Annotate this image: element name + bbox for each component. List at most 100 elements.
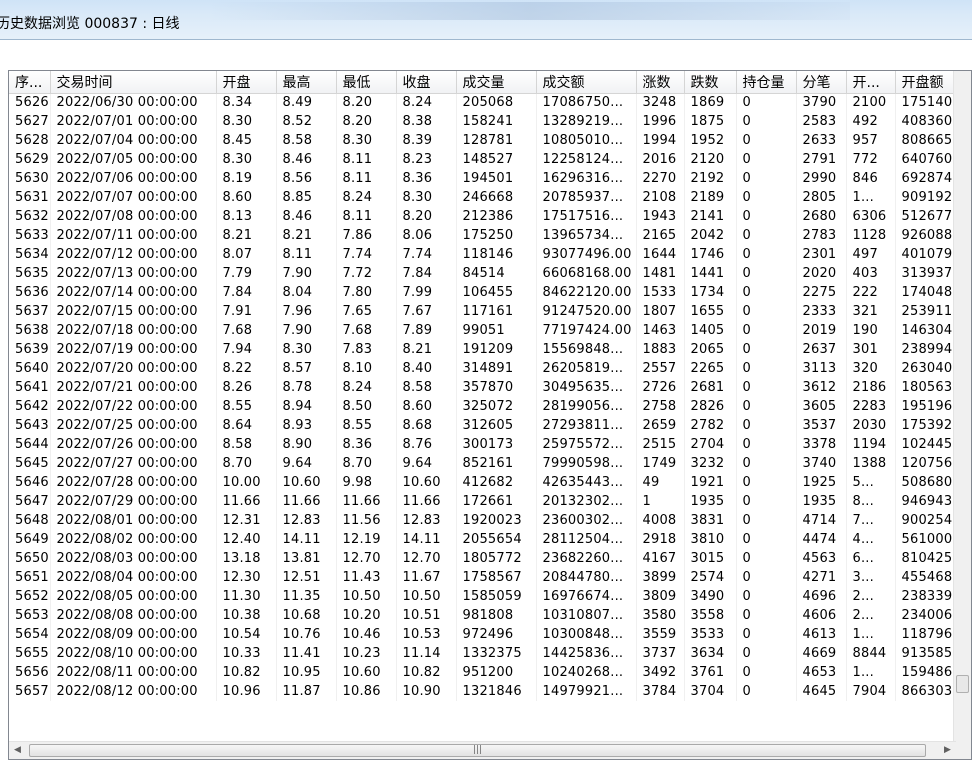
table-row[interactable]: 5639 2022/07/19 00:00:00 7.94 8.30 7.83 8.21 1… <box>9 340 967 359</box>
table-row[interactable]: 5638 2022/07/18 00:00:00 7.68 7.90 7.68 7.89 9… <box>9 321 967 340</box>
table-cell: 11.66 <box>336 492 397 511</box>
table-cell: 66068168.00 <box>536 264 637 283</box>
table-cell: 8.11 <box>336 150 397 169</box>
column-header[interactable]: 跌数 <box>684 71 737 94</box>
table-cell: 3790 <box>796 93 847 112</box>
table-cell: 2022/07/01 00:00:00 <box>50 112 217 131</box>
table-cell: 2791 <box>796 150 847 169</box>
table-row[interactable]: 5640 2022/07/20 00:00:00 8.22 8.57 8.10 8.40 3… <box>9 359 967 378</box>
table-cell: 5652 <box>9 587 51 606</box>
table-cell: 7.72 <box>336 264 397 283</box>
table-cell: 2016 <box>636 150 685 169</box>
table-row[interactable]: 5649 2022/08/02 00:00:00 12.40 14.11 12.19 14… <box>9 530 967 549</box>
table-row[interactable]: 5628 2022/07/04 00:00:00 8.45 8.58 8.30 8.39 1… <box>9 131 967 150</box>
table-cell: 2637 <box>796 340 847 359</box>
table-cell: 4653 <box>796 663 847 682</box>
table-row[interactable]: 5630 2022/07/06 00:00:00 8.19 8.56 8.11 8.36 1… <box>9 169 967 188</box>
history-data-grid[interactable]: 序... 交易时间 开盘 最高 最低 收盘 成交量 成交额 涨数 跌数 持仓量 分笔 开... 开盘额 5… <box>8 70 972 760</box>
table-row[interactable]: 5626 2022/06/30 00:00:00 8.34 8.49 8.20 8.24 2… <box>9 93 967 112</box>
column-header[interactable]: 交易时间 <box>50 71 217 94</box>
table-row[interactable]: 5650 2022/08/03 00:00:00 13.18 13.81 12.70 12… <box>9 549 967 568</box>
table-cell: 16976674... <box>536 587 637 606</box>
table-cell: 8.10 <box>336 359 397 378</box>
table-cell: 846 <box>846 169 896 188</box>
table-cell: 8.24 <box>336 378 397 397</box>
table-cell: 8.21 <box>216 226 277 245</box>
table-row[interactable]: 5645 2022/07/27 00:00:00 8.70 9.64 8.70 9.64 8… <box>9 454 967 473</box>
table-cell: 2022/07/28 00:00:00 <box>50 473 217 492</box>
table-row[interactable]: 5641 2022/07/21 00:00:00 8.26 8.78 8.24 8.58 3… <box>9 378 967 397</box>
column-header[interactable]: 开盘 <box>216 71 277 94</box>
table-cell: 8.46 <box>276 150 337 169</box>
table-row[interactable]: 5653 2022/08/08 00:00:00 10.38 10.68 10.20 10… <box>9 606 967 625</box>
table-cell: 5629 <box>9 150 51 169</box>
table-cell: 8.30 <box>216 150 277 169</box>
table-row[interactable]: 5652 2022/08/05 00:00:00 11.30 11.35 10.50 10… <box>9 587 967 606</box>
table-row[interactable]: 5633 2022/07/11 00:00:00 8.21 8.21 7.86 8.06 1… <box>9 226 967 245</box>
table-cell: 7.74 <box>396 245 457 264</box>
column-header[interactable]: 最高 <box>276 71 337 94</box>
column-header[interactable]: 序... <box>9 71 51 94</box>
table-cell: 93077496.00 <box>536 245 637 264</box>
table-row[interactable]: 5636 2022/07/14 00:00:00 7.84 8.04 7.80 7.99 1… <box>9 283 967 302</box>
table-cell: 26205819... <box>536 359 637 378</box>
table-row[interactable]: 5648 2022/08/01 00:00:00 12.31 12.83 11.56 12… <box>9 511 967 530</box>
horizontal-scrollbar[interactable]: ◀ ||| ▶ <box>9 741 956 759</box>
table-cell: 403 <box>846 264 896 283</box>
column-header[interactable]: 涨数 <box>636 71 685 94</box>
table-cell: 3580 <box>636 606 685 625</box>
table-cell: 2022/08/11 00:00:00 <box>50 663 217 682</box>
table-row[interactable]: 5631 2022/07/07 00:00:00 8.60 8.85 8.24 8.30 2… <box>9 188 967 207</box>
vertical-scrollbar[interactable] <box>953 71 971 743</box>
table-cell: 8.30 <box>336 131 397 150</box>
table-cell: 10.96 <box>216 682 277 701</box>
table-cell: 2633 <box>796 131 847 150</box>
table-cell: 2782 <box>684 416 737 435</box>
table-row[interactable]: 5629 2022/07/05 00:00:00 8.30 8.46 8.11 8.23 1… <box>9 150 967 169</box>
table-row[interactable]: 5643 2022/07/25 00:00:00 8.64 8.93 8.55 8.68 3… <box>9 416 967 435</box>
table-cell: 3737 <box>636 644 685 663</box>
column-header[interactable]: 成交量 <box>456 71 537 94</box>
table-row[interactable]: 5642 2022/07/22 00:00:00 8.55 8.94 8.50 8.60 3… <box>9 397 967 416</box>
table-cell: 0 <box>736 473 797 492</box>
table-cell: 7.90 <box>276 264 337 283</box>
table-row[interactable]: 5634 2022/07/12 00:00:00 8.07 8.11 7.74 7.74 1… <box>9 245 967 264</box>
table-row[interactable]: 5657 2022/08/12 00:00:00 10.96 11.87 10.86 10… <box>9 682 967 701</box>
table-cell: 4271 <box>796 568 847 587</box>
table-row[interactable]: 5627 2022/07/01 00:00:00 8.30 8.52 8.20 8.38 1… <box>9 112 967 131</box>
column-header[interactable]: 成交额 <box>536 71 637 94</box>
table-row[interactable]: 5632 2022/07/08 00:00:00 8.13 8.46 8.11 8.20 2… <box>9 207 967 226</box>
table-cell: 5635 <box>9 264 51 283</box>
table-row[interactable]: 5646 2022/07/28 00:00:00 10.00 10.60 9.98 10.… <box>9 473 967 492</box>
table-cell: 16296316... <box>536 169 637 188</box>
table-cell: 5640 <box>9 359 51 378</box>
table-cell: 8.50 <box>336 397 397 416</box>
table-row[interactable]: 5654 2022/08/09 00:00:00 10.54 10.76 10.46 10… <box>9 625 967 644</box>
table-cell: 8.20 <box>336 93 397 112</box>
table-row[interactable]: 5635 2022/07/13 00:00:00 7.79 7.90 7.72 7.84 8… <box>9 264 967 283</box>
table-cell: 8.07 <box>216 245 277 264</box>
table-cell: 3810 <box>684 530 737 549</box>
data-table: 序... 交易时间 开盘 最高 最低 收盘 成交量 成交额 涨数 跌数 持仓量 分笔 开... 开盘额 5… <box>9 71 967 701</box>
table-row[interactable]: 5644 2022/07/26 00:00:00 8.58 8.90 8.36 8.76 3… <box>9 435 967 454</box>
table-cell: 4645 <box>796 682 847 701</box>
table-cell: 8.11 <box>276 245 337 264</box>
column-header[interactable]: 开... <box>846 71 896 94</box>
table-cell: 7.84 <box>396 264 457 283</box>
table-row[interactable]: 5656 2022/08/11 00:00:00 10.82 10.95 10.60 10… <box>9 663 967 682</box>
table-cell: 357870 <box>456 378 537 397</box>
table-row[interactable]: 5651 2022/08/04 00:00:00 12.30 12.51 11.43 11… <box>9 568 967 587</box>
title-bar-glass <box>210 2 850 20</box>
column-header[interactable]: 收盘 <box>396 71 457 94</box>
table-cell: 1920023 <box>456 511 537 530</box>
vertical-scroll-thumb[interactable] <box>956 675 969 693</box>
table-row[interactable]: 5637 2022/07/15 00:00:00 7.91 7.96 7.65 7.67 1… <box>9 302 967 321</box>
table-cell: 4... <box>846 530 896 549</box>
column-header[interactable]: 分笔 <box>796 71 847 94</box>
horizontal-scroll-thumb[interactable]: ||| <box>29 744 926 757</box>
table-row[interactable]: 5655 2022/08/10 00:00:00 10.33 11.41 10.23 11… <box>9 644 967 663</box>
table-row[interactable]: 5647 2022/07/29 00:00:00 11.66 11.66 11.66 11… <box>9 492 967 511</box>
table-cell: 11.30 <box>216 587 277 606</box>
column-header[interactable]: 最低 <box>336 71 397 94</box>
column-header[interactable]: 持仓量 <box>736 71 797 94</box>
